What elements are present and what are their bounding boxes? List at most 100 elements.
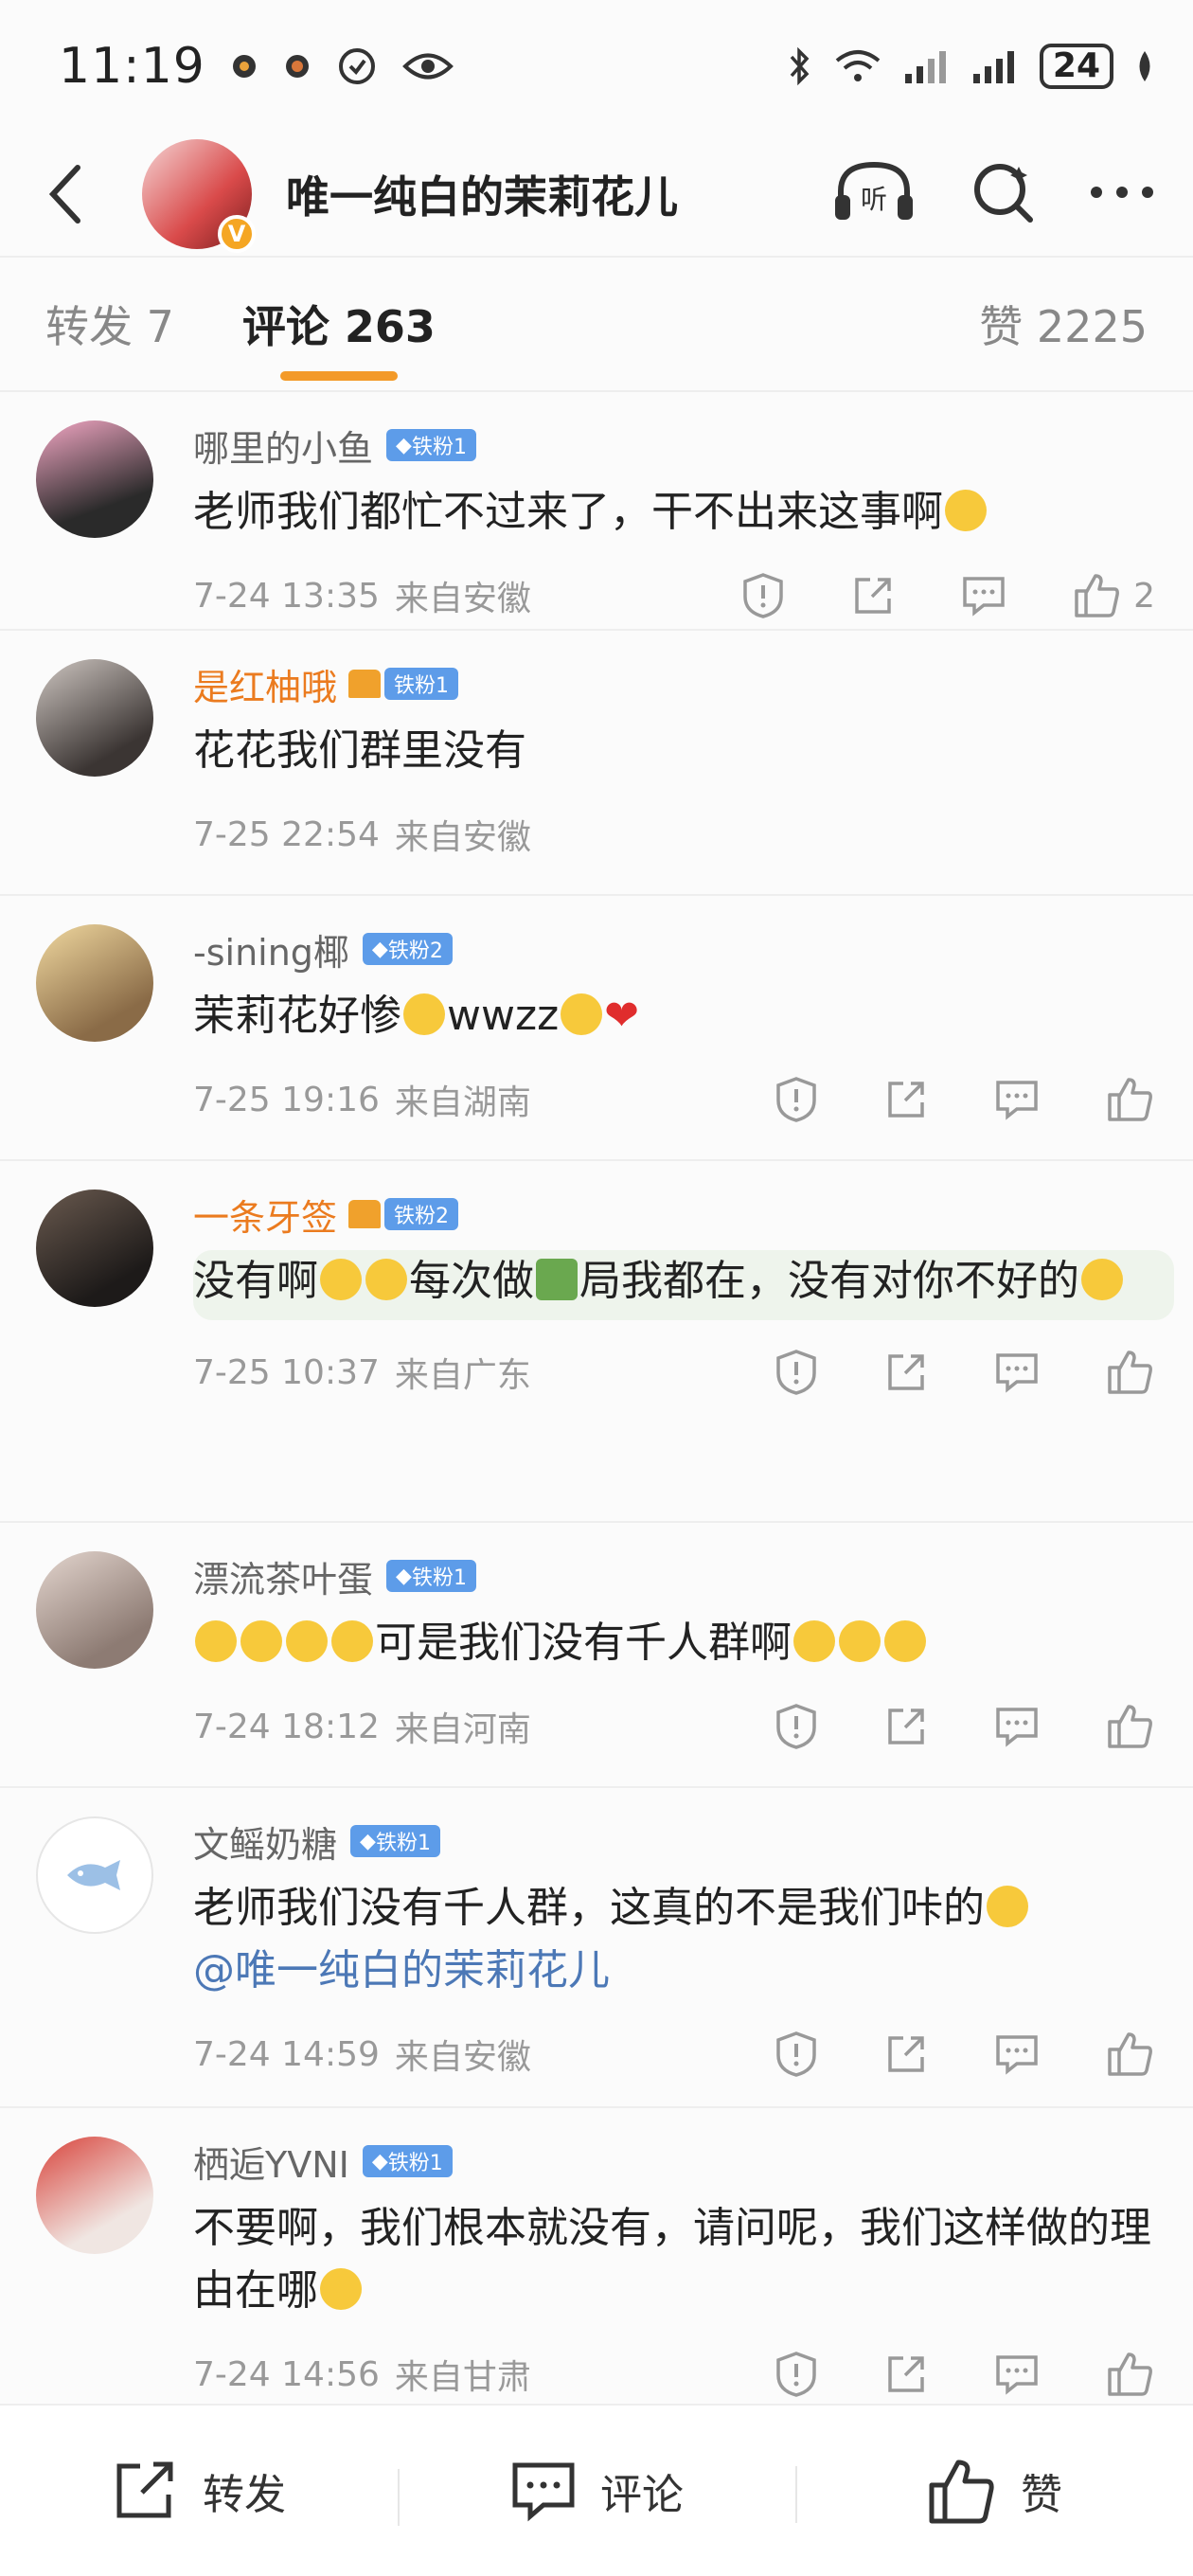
- author-avatar[interactable]: V: [142, 139, 256, 253]
- like-button[interactable]: 赞: [795, 2457, 1193, 2525]
- like-button[interactable]: [1106, 1349, 1155, 1396]
- comment-author[interactable]: 文鳐奶糖: [193, 1816, 337, 1868]
- share-icon: [888, 1082, 924, 1118]
- comment-time: 7-25 22:54: [193, 814, 380, 854]
- comment-location: 来自广东: [394, 1356, 531, 1395]
- share-button[interactable]: [884, 2352, 928, 2396]
- crying-emoji-icon: [403, 993, 445, 1035]
- comment-author[interactable]: 哪里的小鱼: [193, 420, 373, 472]
- search-icon[interactable]: [970, 159, 1036, 229]
- page-title: 唯一纯白的茉莉花儿: [286, 171, 678, 223]
- comment-icon: [996, 1353, 1038, 1393]
- comment-author[interactable]: 栖逅YVNI: [193, 2136, 349, 2188]
- reply-button[interactable]: [994, 1351, 1040, 1393]
- avatar[interactable]: [36, 924, 153, 1042]
- books-emoji-icon: [536, 1259, 578, 1300]
- comment-item: 漂流茶叶蛋 ◆ 铁粉1 可是我们没有千人群啊 7-24 18:12 来自河南: [0, 1523, 1193, 1788]
- report-button[interactable]: [775, 1349, 818, 1396]
- reply-button[interactable]: [994, 1706, 1040, 1747]
- thumbs-up-icon: [1108, 2352, 1152, 2396]
- like-button[interactable]: [1106, 2030, 1155, 2078]
- reply-button[interactable]: [994, 2353, 1040, 2395]
- like-count: 2: [1133, 576, 1155, 616]
- comment-text: 老师我们没有千人群，这真的不是我们咔的 @唯一纯白的茉莉花儿: [193, 1877, 1155, 2002]
- wifi-icon: [833, 47, 882, 85]
- comment-icon: [963, 577, 1005, 617]
- like-button[interactable]: [1106, 1076, 1155, 1123]
- like-button[interactable]: 2: [1073, 572, 1155, 619]
- signal-icon: [971, 47, 1019, 85]
- fan-badge: ◆ 铁粉2: [362, 933, 453, 965]
- more-icon[interactable]: [1089, 183, 1155, 206]
- share-button[interactable]: [884, 2032, 928, 2076]
- comment-location: 来自安徽: [394, 2038, 531, 2077]
- avatar[interactable]: [36, 420, 153, 538]
- comment-text: 可是我们没有千人群啊: [193, 1612, 1155, 1674]
- report-button[interactable]: [741, 572, 785, 619]
- back-button[interactable]: [38, 156, 95, 232]
- reply-button[interactable]: [994, 1079, 1040, 1120]
- reply-button[interactable]: [961, 575, 1006, 617]
- crown-icon: [348, 1200, 382, 1228]
- status-time: 11:19: [59, 38, 205, 95]
- share-button[interactable]: [851, 574, 895, 617]
- comment-item: -sining椰 ◆ 铁粉2 茉莉花好惨 wwzz ❤ 7-25 19:16 来自湖…: [0, 896, 1193, 1161]
- comment-author[interactable]: -sining椰: [193, 923, 349, 975]
- kiss-emoji-icon: [561, 993, 603, 1035]
- top-nav: V 唯一纯白的茉莉花儿 听: [0, 133, 1193, 258]
- comment-author[interactable]: 一条牙签: [193, 1189, 337, 1241]
- comment-body: 可是我们没有千人群啊: [375, 1619, 792, 1667]
- tab-likes[interactable]: 赞 2225: [979, 258, 1148, 390]
- comment-item: 栖逅YVNI ◆ 铁粉1 不要啊，我们根本就没有，请问呢，我们这样做的理由在哪 …: [0, 2108, 1193, 2397]
- report-button[interactable]: [775, 1703, 818, 1750]
- crying-emoji-icon: [945, 490, 987, 531]
- share-icon: [855, 578, 891, 614]
- comment-icon: [996, 2035, 1038, 2075]
- comment-author[interactable]: 是红柚哦: [193, 658, 337, 710]
- shield-icon: [776, 2352, 816, 2397]
- svg-text:听: 听: [861, 184, 887, 215]
- crying-emoji-icon: [195, 1620, 237, 1662]
- avatar[interactable]: [36, 2137, 153, 2254]
- tab-comments[interactable]: 评论 263: [242, 258, 436, 390]
- avatar[interactable]: [36, 1551, 153, 1669]
- comment-icon: [996, 1081, 1038, 1120]
- like-button[interactable]: [1106, 2351, 1155, 2398]
- comment-button[interactable]: 评论: [398, 2460, 795, 2526]
- tab-repost[interactable]: 转发 7: [45, 258, 174, 390]
- hug-emoji-icon: [1081, 1259, 1123, 1300]
- thumbs-up-icon: [1108, 2032, 1152, 2076]
- comment-location: 来自安徽: [394, 580, 531, 618]
- share-button[interactable]: [884, 1705, 928, 1748]
- comment-text: 茉莉花好惨 wwzz ❤: [193, 985, 1155, 1047]
- fan-badge-label: 铁粉2: [387, 939, 443, 963]
- like-button[interactable]: [1106, 1703, 1155, 1750]
- shield-icon: [776, 1350, 816, 1395]
- comment-item: 一条牙签 铁粉2 没有啊 每次做 局我都在，没有对你不好的 7-25 10:37 来…: [0, 1161, 1193, 1523]
- share-button[interactable]: [884, 1351, 928, 1394]
- avatar[interactable]: [36, 1816, 153, 1934]
- reply-button[interactable]: [994, 2033, 1040, 2075]
- comment-body-extra: wwzz: [447, 992, 560, 1040]
- shield-icon: [776, 2031, 816, 2077]
- comment-text: 没有啊 每次做 局我都在，没有对你不好的: [193, 1250, 1174, 1320]
- verified-badge: V: [218, 215, 256, 253]
- avatar[interactable]: [36, 659, 153, 777]
- mention-link[interactable]: @唯一纯白的茉莉花儿: [193, 1946, 610, 1995]
- comment-time: 7-24 13:35: [193, 576, 380, 616]
- app-notification-icon: [283, 52, 312, 80]
- laugh-cry-emoji-icon: [365, 1259, 407, 1300]
- report-button[interactable]: [775, 2030, 818, 2078]
- listen-icon[interactable]: 听: [831, 159, 917, 229]
- comment-list: 哪里的小鱼 ◆ 铁粉1 老师我们都忙不过来了，干不出来这事啊 7-24 13:3…: [0, 392, 1193, 2397]
- report-button[interactable]: [775, 2351, 818, 2398]
- fan-badge-label: 铁粉1: [394, 674, 450, 698]
- repost-button[interactable]: 转发: [0, 2459, 398, 2523]
- avatar[interactable]: [36, 1190, 153, 1307]
- comment-author[interactable]: 漂流茶叶蛋: [193, 1550, 373, 1602]
- tab-bar: 转发 7 评论 263 赞 2225: [0, 258, 1193, 392]
- share-button[interactable]: [884, 1078, 928, 1121]
- comment-body: 局我都在，没有对你不好的: [579, 1257, 1079, 1305]
- report-button[interactable]: [775, 1076, 818, 1123]
- chevron-left-icon: [48, 165, 80, 224]
